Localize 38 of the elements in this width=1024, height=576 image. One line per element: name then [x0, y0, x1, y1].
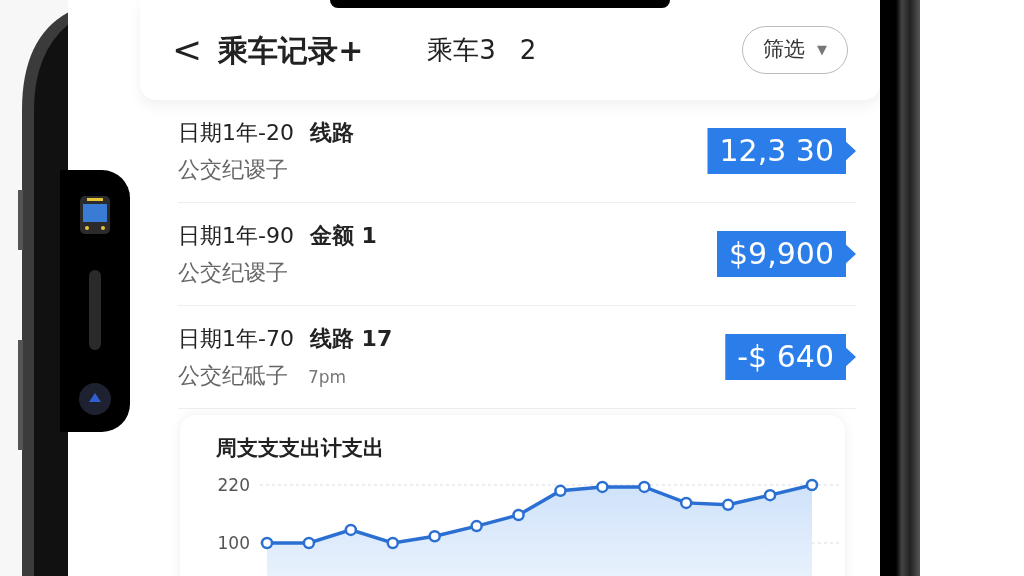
ride-record[interactable]: 日期1年-20 线路 公交纪谡子 12,3 30	[178, 100, 856, 203]
record-date: 日期1年-90	[178, 222, 294, 250]
data-point	[554, 484, 567, 497]
data-point	[638, 480, 651, 493]
data-point	[763, 488, 777, 501]
location-icon	[78, 382, 112, 416]
record-subtitle: 公交纪谡子	[178, 156, 288, 184]
page-title: 乘车记录+	[218, 31, 364, 70]
ride-count: 2	[519, 33, 537, 67]
axis-tick-label: 220	[217, 474, 250, 495]
record-detail: 线路 17	[309, 325, 393, 353]
data-point	[344, 523, 358, 536]
record-subtitle: 公交纪谡子	[178, 259, 288, 287]
amount-tag: 12,3 30	[707, 128, 856, 174]
record-detail: 金额 1	[309, 222, 377, 250]
data-point	[260, 536, 274, 549]
back-button[interactable]: <	[172, 30, 203, 70]
data-point	[386, 536, 399, 549]
record-date: 日期1年-70	[178, 325, 294, 353]
ride-record[interactable]: 日期1年-70 线路 17 公交纪砥子 7pm -$ 640	[178, 306, 856, 409]
data-point	[805, 478, 819, 491]
data-point	[680, 496, 693, 509]
axis-tick-label: 100	[217, 532, 250, 553]
amount-tag: $9,900	[717, 231, 856, 277]
ride-record[interactable]: 日期1年-90 金额 1 公交纪谡子 $9,900	[178, 203, 856, 306]
data-point	[470, 519, 483, 532]
record-detail: 线路	[309, 119, 354, 147]
amount-tag: -$ 640	[725, 334, 856, 380]
record-time: 7pm	[308, 366, 347, 389]
data-point	[302, 536, 316, 549]
data-point	[721, 498, 735, 511]
record-date: 日期1年-20	[178, 119, 294, 147]
record-subtitle: 公交纪砥子	[178, 362, 288, 390]
chart-title: 周支支支出计支出	[216, 435, 385, 462]
data-point	[512, 508, 525, 521]
ride-count-label: 乘车3	[427, 33, 496, 67]
data-point	[428, 529, 441, 542]
data-point	[596, 480, 609, 493]
